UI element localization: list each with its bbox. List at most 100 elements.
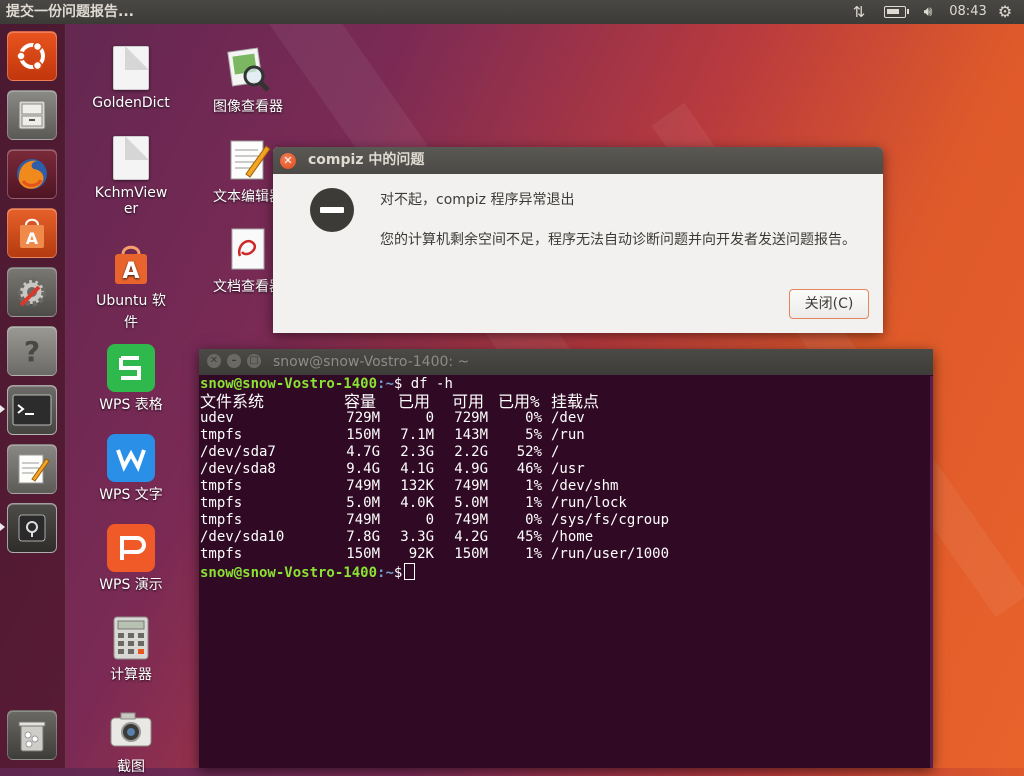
launcher-terminal[interactable] bbox=[7, 385, 57, 435]
desktop-icon-label: er bbox=[123, 201, 139, 217]
svg-text:A: A bbox=[122, 259, 139, 284]
question-icon: ? bbox=[24, 335, 40, 368]
df-cell: 7.8G bbox=[346, 529, 380, 545]
df-row: tmpfs 150M 92K 150M 1% /run/user/1000 bbox=[200, 546, 930, 563]
session-gear-icon[interactable]: ⚙ bbox=[996, 0, 1014, 24]
df-cell: 4.2G bbox=[454, 529, 488, 545]
desktop-icon-wps-writer[interactable]: WPS 文字 bbox=[76, 434, 186, 504]
launcher-system-settings[interactable] bbox=[7, 267, 57, 317]
df-cell: 0 bbox=[425, 512, 434, 528]
df-cell: tmpfs bbox=[200, 546, 243, 562]
file-cabinet-icon bbox=[18, 100, 46, 130]
minimize-icon[interactable]: – bbox=[227, 354, 241, 368]
maximize-icon[interactable]: □ bbox=[247, 354, 261, 368]
text-editor-icon bbox=[18, 454, 50, 484]
battery-icon[interactable] bbox=[882, 0, 909, 24]
desktop-icon-image-viewer[interactable]: 图像查看器 bbox=[193, 46, 303, 116]
dialog-titlebar[interactable]: ✕ compiz 中的问题 bbox=[273, 147, 883, 174]
df-cell: tmpfs bbox=[200, 495, 243, 511]
df-cell: 749M bbox=[346, 478, 380, 494]
desktop-icon-kchmviewer[interactable]: KchmView er bbox=[76, 136, 186, 218]
settings-gear-icon bbox=[17, 277, 47, 307]
terminal-titlebar[interactable]: ✕ – □ snow@snow-Vostro-1400: ~ bbox=[199, 349, 933, 375]
df-cell: /dev bbox=[551, 410, 585, 426]
desktop-icon-wps-spreadsheet[interactable]: WPS 表格 bbox=[76, 344, 186, 414]
svg-text:A: A bbox=[26, 229, 39, 248]
df-cell: /home bbox=[551, 529, 594, 545]
desktop-icon-screenshot[interactable]: 截图 bbox=[76, 706, 186, 776]
desktop-icon-ubuntu-software[interactable]: A Ubuntu 软 件 bbox=[76, 240, 186, 332]
df-cell: 132K bbox=[400, 478, 434, 494]
close-button[interactable]: 关闭(C) bbox=[789, 289, 869, 319]
df-cell: 2.2G bbox=[454, 444, 488, 460]
close-icon[interactable]: ✕ bbox=[207, 354, 221, 368]
desktop-icon-wps-presentation[interactable]: WPS 演示 bbox=[76, 524, 186, 594]
trash-icon bbox=[18, 721, 46, 752]
launcher-text-editor[interactable] bbox=[7, 444, 57, 494]
df-cell: 46% bbox=[516, 461, 542, 477]
df-cell: /dev/sda8 bbox=[200, 461, 276, 477]
wps-presentation-icon bbox=[107, 524, 155, 572]
df-cell: 150M bbox=[346, 427, 380, 443]
launcher-trash[interactable] bbox=[7, 710, 57, 760]
df-cell: /run/user/1000 bbox=[551, 546, 670, 562]
df-header-cell: 可用 bbox=[452, 392, 485, 411]
prompt-user: snow@snow-Vostro-1400 bbox=[200, 376, 378, 392]
df-cell: tmpfs bbox=[200, 478, 243, 494]
df-cell: 3.3G bbox=[400, 529, 434, 545]
launcher-ubuntu-software[interactable]: A bbox=[7, 208, 57, 258]
df-cell: 7.1M bbox=[400, 427, 434, 443]
active-app-title: 提交一份问题报告... bbox=[6, 4, 134, 20]
df-cell: 4.0K bbox=[400, 495, 434, 511]
df-header-cell: 挂载点 bbox=[551, 392, 600, 411]
terminal-window: ✕ – □ snow@snow-Vostro-1400: ~ snow@snow… bbox=[199, 349, 933, 768]
df-row: tmpfs 5.0M 4.0K 5.0M 1% /run/lock bbox=[200, 495, 930, 512]
clock[interactable]: 08:43 bbox=[949, 0, 986, 24]
desktop-icon-calculator[interactable]: 计算器 bbox=[76, 614, 186, 684]
shopping-bag-icon: A bbox=[115, 245, 147, 284]
launcher-firefox[interactable] bbox=[7, 149, 57, 199]
df-row: tmpfs 150M 7.1M 143M 5% /run bbox=[200, 427, 930, 444]
terminal-cursor bbox=[404, 563, 416, 580]
document-viewer-icon bbox=[231, 228, 265, 270]
terminal-icon bbox=[12, 394, 52, 426]
launcher-usb-drive[interactable] bbox=[7, 503, 57, 553]
df-cell: 4.9G bbox=[454, 461, 488, 477]
terminal-command: df -h bbox=[402, 376, 453, 392]
df-cell: 4.1G bbox=[400, 461, 434, 477]
desktop-icon-goldendict[interactable]: GoldenDict bbox=[76, 46, 186, 112]
df-cell: /sys/fs/cgroup bbox=[551, 512, 670, 528]
terminal-prompt-line: snow@snow-Vostro-1400:~$ bbox=[200, 563, 930, 581]
df-cell: 2.3G bbox=[400, 444, 434, 460]
terminal-title: snow@snow-Vostro-1400: ~ bbox=[273, 354, 470, 370]
df-row: /dev/sda8 9.4G 4.1G 4.9G 46% /usr bbox=[200, 461, 930, 478]
df-cell: tmpfs bbox=[200, 427, 243, 443]
desktop-icon-label: WPS 表格 bbox=[99, 397, 163, 413]
launcher-ubuntu-dash[interactable] bbox=[7, 31, 57, 81]
df-row: udev 729M 0 729M 0% /dev bbox=[200, 410, 930, 427]
df-cell: 143M bbox=[454, 427, 488, 443]
prompt-symbol: $ bbox=[393, 565, 403, 581]
df-cell: 52% bbox=[516, 444, 542, 460]
df-cell: /dev/shm bbox=[551, 478, 619, 494]
launcher-help[interactable]: ? bbox=[7, 326, 57, 376]
shopping-bag-icon: A bbox=[20, 218, 44, 248]
desktop-icon-label: WPS 文字 bbox=[99, 487, 163, 503]
df-cell: 749M bbox=[346, 512, 380, 528]
df-cell: 9.4G bbox=[346, 461, 380, 477]
close-icon[interactable]: ✕ bbox=[280, 153, 296, 169]
df-cell: 5.0M bbox=[346, 495, 380, 511]
df-cell: 1% bbox=[525, 546, 542, 562]
df-cell: 729M bbox=[346, 410, 380, 426]
terminal-scrollbar[interactable] bbox=[930, 376, 933, 768]
desktop-icon-label: 截图 bbox=[117, 759, 145, 775]
desktop-icon-label: Ubuntu 软 bbox=[96, 293, 166, 309]
ubuntu-logo-icon bbox=[16, 41, 45, 71]
terminal-output[interactable]: snow@snow-Vostro-1400:~$ df -h 文件系统 容量 已用可… bbox=[200, 376, 930, 768]
df-cell: 0% bbox=[525, 410, 542, 426]
camera-icon bbox=[110, 712, 152, 747]
network-updown-icon[interactable]: ⇅ bbox=[849, 0, 869, 24]
df-row: tmpfs 749M 0 749M 0% /sys/fs/cgroup bbox=[200, 512, 930, 529]
launcher-files[interactable] bbox=[7, 90, 57, 140]
volume-icon[interactable]: 🔊︎ bbox=[917, 0, 939, 24]
